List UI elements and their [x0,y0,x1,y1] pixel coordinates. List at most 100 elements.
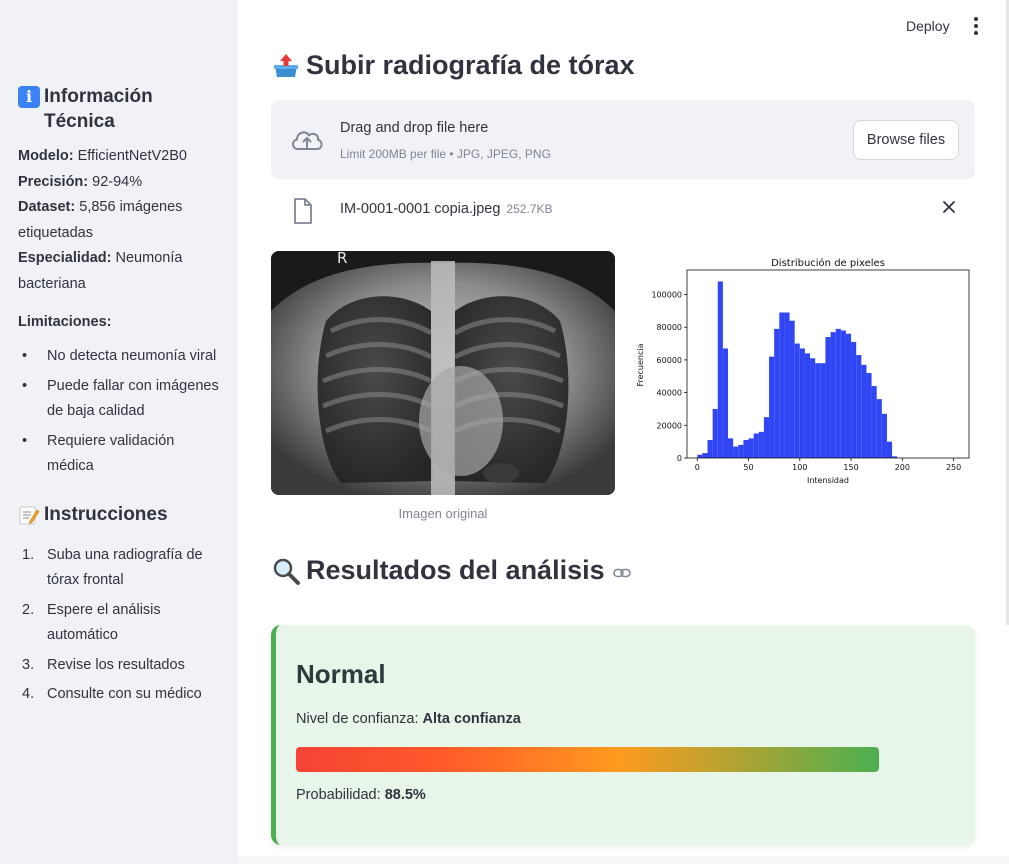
list-item: Puede fallar con imágenes de baja calida… [18,374,220,425]
histogram-bar [743,440,749,458]
x-tick-label: 50 [743,463,753,472]
histogram-bar [856,355,862,458]
limitations-heading: Limitaciones: [18,314,112,330]
histogram-bar [876,399,882,458]
histogram-bar [769,356,775,458]
histogram-chart: Distribución de pixeles Intensidad Frecu… [628,251,978,491]
histogram-bar [871,386,877,458]
y-tick-label: 100000 [651,291,682,300]
file-name: IM-0001-0001 copia.jpeg 252.7KB [340,201,552,217]
diagnosis-label: Normal [296,659,386,689]
uploaded-file: IM-0001-0001 copia.jpeg 252.7KB [271,193,975,229]
file-dropzone[interactable]: Drag and drop file here Limit 200MB per … [271,100,975,179]
probability-value: 88.5% [384,787,426,803]
confidence-text: Nivel de confianza: Alta confianza [296,711,521,727]
histogram-bar [886,441,893,458]
file-icon [293,198,313,229]
dropzone-title: Drag and drop file here [340,120,489,136]
list-item: 3. Revise los resultados [22,656,185,673]
histogram-bar [774,328,780,458]
histogram-bar [784,312,790,458]
close-icon[interactable] [941,199,957,215]
outbox-tray-icon [271,51,301,81]
histogram-bar [789,320,795,458]
bottom-divider [238,856,1009,864]
image-caption: Imagen original [398,506,488,521]
histogram-bar [825,337,831,458]
limitations-list: No detecta neumonía viral Puede fallar c… [18,344,220,480]
upload-title-text: Subir radiografía de tórax [306,50,635,80]
instructions-heading-text: Instrucciones [44,503,168,525]
dropzone-subtitle: Limit 200MB per file • JPG, JPEG, PNG [340,147,551,161]
magnifying-glass-icon [271,556,301,586]
info-heading-text: Información Técnica [44,86,153,132]
y-tick-label: 60000 [657,356,682,365]
histogram-bar [733,446,739,458]
histogram-bar [712,408,718,458]
deploy-button[interactable]: Deploy [898,14,958,38]
histogram-bar [738,444,744,458]
confidence-value: Alta confianza [422,711,521,727]
chart-title: Distribución de pixeles [771,257,885,269]
y-tick-label: 20000 [657,421,682,430]
main-menu-icon[interactable] [966,14,986,38]
precision-label: Precisión: [18,173,89,190]
list-item: Requiere validación médica [18,429,220,480]
x-axis-label: Intensidad [807,476,849,485]
instruction-text: Espere el análisis automático [47,601,161,644]
xray-marker: R [337,251,347,267]
histogram-bar [866,372,872,458]
list-item: 4. Consulte con su médico [22,686,202,702]
sidebar: i Información Técnica Modelo: EfficientN… [0,0,238,864]
information-icon: i [18,86,40,108]
result-card: Normal Nivel de confianza: Alta confianz… [271,625,975,845]
file-size: 252.7KB [506,202,553,216]
histogram-bar [820,363,826,458]
info-paragraph: Modelo: EfficientNetV2B0 Precisión: 92-9… [18,144,220,297]
histogram-bar [804,353,811,458]
instructions-heading: Instrucciones [18,502,220,527]
histogram-bar [728,438,734,458]
list-item: 1. Suba una radiografía de tórax frontal [22,546,203,589]
y-axis-label: Frecuencia [636,343,645,386]
upload-title: Subir radiografía de tórax [271,50,635,81]
histogram-bar [722,348,729,458]
instructions-list: 1. Suba una radiografía de tórax frontal … [18,543,220,708]
histogram-bar [851,341,857,458]
link-icon[interactable] [612,555,631,586]
histogram-bar [845,333,852,458]
probability-text: Probabilidad: 88.5% [296,787,426,803]
histogram-bar [815,363,821,458]
file-name-text: IM-0001-0001 copia.jpeg [340,201,501,217]
browse-files-button[interactable]: Browse files [853,120,959,160]
probability-bar [296,747,879,772]
histogram-bar [763,417,770,458]
xray-image: R [271,251,615,495]
confidence-label: Nivel de confianza: [296,711,419,727]
y-tick-label: 40000 [657,389,682,398]
y-tick-label: 0 [677,454,682,463]
histogram-bar [753,433,759,458]
cloud-upload-icon [289,126,325,157]
histogram-bar [758,431,764,458]
x-tick-label: 100 [792,463,807,472]
dataset-label: Dataset: [18,199,76,215]
precision-value: 92-94% [92,173,143,190]
y-tick-label: 80000 [657,323,682,332]
model-label: Modelo: [18,148,74,164]
histogram-bar [779,312,785,458]
model-value: EfficientNetV2B0 [77,148,187,164]
histogram-bars [697,281,898,458]
histogram-bar [707,440,713,458]
results-title-text: Resultados del análisis [306,555,605,585]
x-tick-label: 0 [695,463,700,472]
instruction-text: Suba una radiografía de tórax frontal [47,546,203,589]
histogram-bar [748,438,754,458]
histogram-bar [840,330,846,458]
histogram-bar [835,328,841,458]
list-item: 2. Espere el análisis automático [22,601,161,644]
histogram-bar [717,281,723,458]
histogram-bar [697,454,703,458]
x-tick-label: 200 [895,463,910,472]
info-heading: i Información Técnica [18,84,220,134]
